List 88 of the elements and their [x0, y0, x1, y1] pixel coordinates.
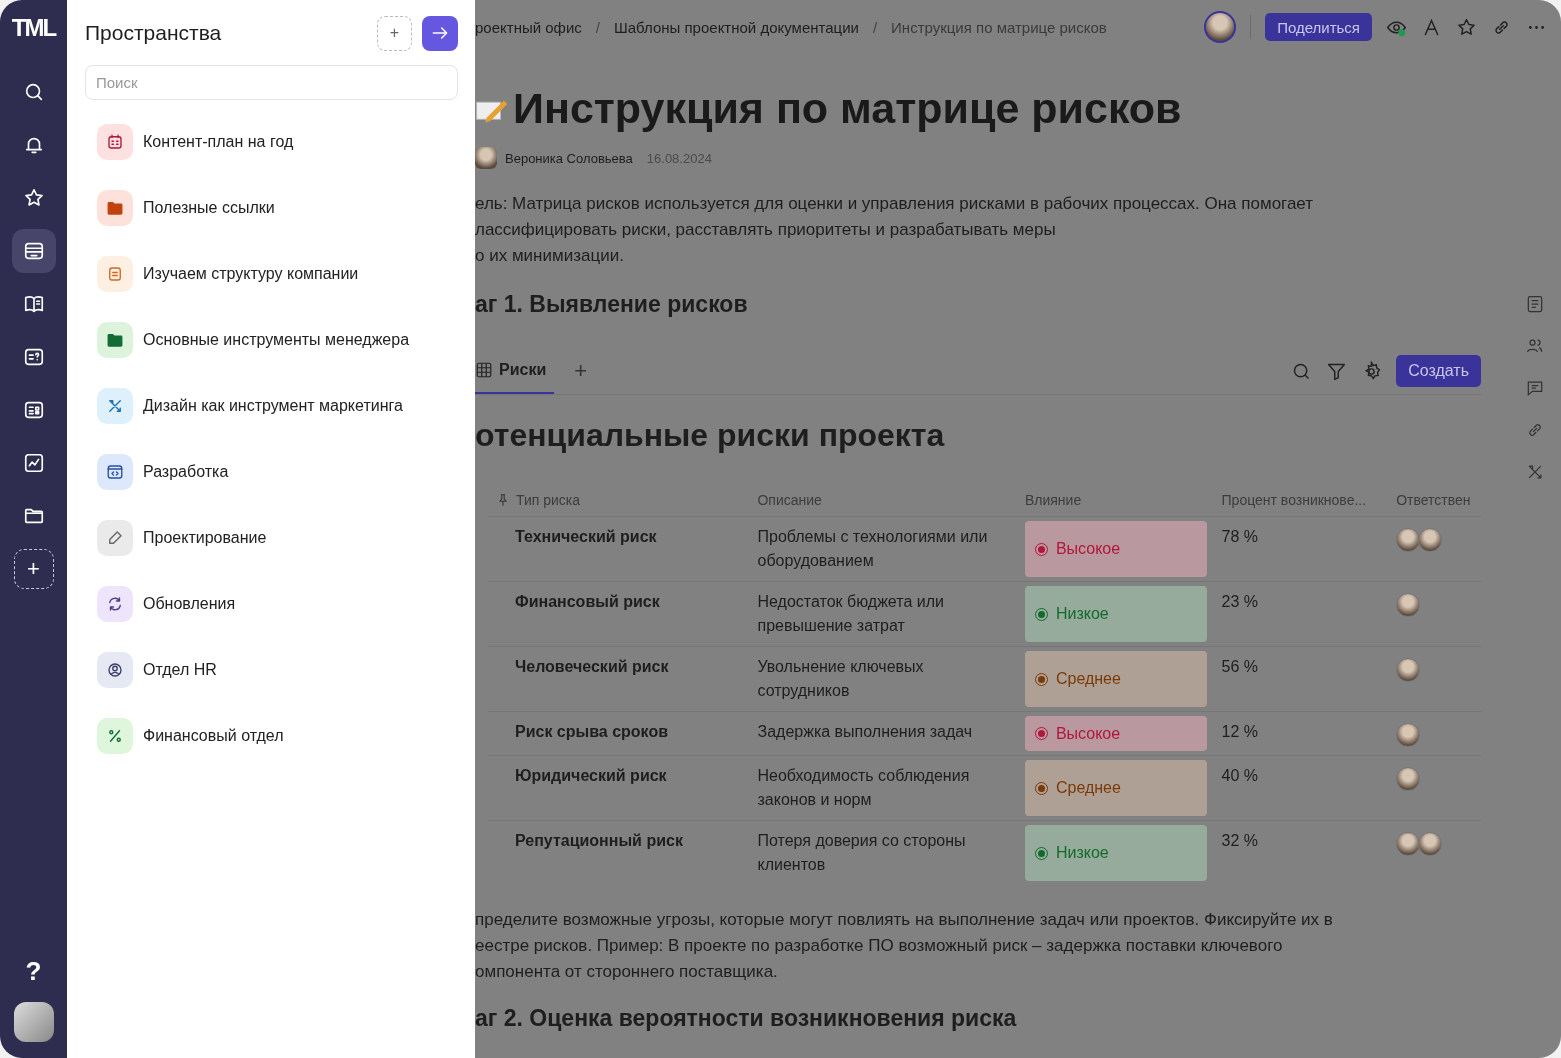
table-cell-text: Финансовый риск	[514, 592, 661, 612]
table-cell-text: Недостаток бюджета или превышение затрат	[757, 592, 945, 636]
breadcrumb-separator: /	[872, 18, 878, 36]
assignee-avatar	[1396, 593, 1421, 617]
author-avatar	[475, 147, 497, 169]
table-tab[interactable]: Риски	[475, 348, 555, 394]
space-item[interactable]: Дизайн как инструмент маркетинга	[97, 388, 458, 424]
assignee-avatar	[1396, 723, 1421, 747]
page-title: Инструкция по матрице рисков	[513, 84, 1182, 133]
space-item[interactable]: Основные инструменты менеджера	[97, 322, 458, 358]
table-cell-text: 56 %	[1221, 657, 1259, 677]
chart-icon	[22, 452, 45, 474]
star-icon	[22, 187, 45, 209]
impact-tag[interactable]: Высокое	[1024, 716, 1207, 751]
share-button[interactable]: Поделиться	[1265, 13, 1372, 41]
column-header[interactable]: Ответствен	[1396, 492, 1481, 508]
user-avatar[interactable]	[13, 1002, 54, 1042]
text-line: еестре рисков. Пример: В проекте по разработке ПО возможный риск – задержка поставки ключевого	[475, 935, 1284, 957]
breadcrumb-link[interactable]: Шаблоны проектной документации	[614, 18, 859, 36]
space-item[interactable]: Контент-план на год	[97, 124, 458, 160]
space-item[interactable]: Полезные ссылки	[97, 190, 458, 226]
column-header[interactable]: Тип риска	[488, 492, 758, 508]
assignee-avatar	[1396, 832, 1421, 856]
text-line: пределите возможные угрозы, которые могут повлиять на выполнение задач или проектов. Фиксируйте их в	[475, 909, 1334, 931]
column-header[interactable]: Влияние	[1024, 492, 1222, 508]
space-item[interactable]: Финансовый отдел	[97, 718, 458, 754]
add-button[interactable]: +	[377, 15, 412, 51]
quiz-icon	[22, 346, 45, 368]
star-icon[interactable]	[1456, 16, 1477, 38]
grid-icon	[475, 361, 493, 379]
collapse-panel-button[interactable]	[422, 15, 458, 51]
table-cell-text: Риск срыва сроков	[514, 722, 669, 742]
text-line: о их минимизации.	[475, 245, 625, 267]
table-cell-text: Проблемы с технологиями или оборудованием	[757, 527, 989, 571]
breadcrumb-link[interactable]: роектный офис	[475, 18, 582, 36]
text-line: омпонента от стороннего поставщика.	[475, 961, 779, 983]
logo[interactable]: TML	[11, 14, 56, 42]
section-heading: аг 1. Выявление рисков	[475, 291, 749, 318]
assignee-avatar	[1418, 528, 1443, 552]
table-cell-text: 78 %	[1221, 527, 1259, 547]
book-icon	[22, 293, 45, 315]
table-cell-text: Человеческий риск	[514, 657, 670, 677]
impact-tag[interactable]: Среднее	[1024, 760, 1207, 816]
spaces-icon	[22, 240, 45, 262]
section-heading: аг 2. Оценка вероятности возникновения риска	[475, 1005, 1018, 1032]
user-avatar[interactable]	[1204, 11, 1237, 43]
table-cell-text: Юридический риск	[514, 766, 668, 786]
board-icon	[22, 399, 45, 421]
impact-tag[interactable]: Низкое	[1024, 586, 1207, 642]
create-button[interactable]: Создать	[1396, 355, 1481, 387]
panel-title: Пространства	[85, 21, 223, 45]
space-item[interactable]: Отдел HR	[97, 652, 458, 688]
space-item[interactable]: Изучаем структуру компании	[97, 256, 458, 292]
table-cell-text: 40 %	[1221, 766, 1259, 786]
impact-tag[interactable]: Высокое	[1024, 521, 1207, 577]
impact-tag[interactable]: Среднее	[1024, 651, 1207, 707]
column-header[interactable]: Процент возникнове...	[1221, 492, 1397, 508]
assignee-avatar	[1396, 658, 1421, 682]
help-button[interactable]: ?	[19, 955, 48, 988]
assignee-avatar	[1396, 767, 1421, 791]
add-space-button[interactable]: +	[13, 549, 54, 589]
breadcrumb-link[interactable]: Инструкция по матрице рисков	[891, 18, 1107, 36]
space-item[interactable]: Обновления	[97, 586, 458, 622]
add-tab-button[interactable]: +	[568, 357, 594, 385]
table-cell-text: Технический риск	[514, 527, 658, 547]
table-cell-text: Потеря доверия со стороны клиентов	[757, 831, 967, 875]
search-field[interactable]: Поиск	[85, 65, 458, 100]
document-icon[interactable]	[1525, 294, 1545, 314]
table-cell-text: Задержка выполнения задач	[757, 722, 974, 742]
table-cell-text: 12 %	[1221, 722, 1259, 742]
table-cell-text: Репутационный риск	[514, 831, 684, 851]
space-item[interactable]: Проектирование	[97, 520, 458, 556]
text-line: ель: Матрица рисков используется для оценки и управления рисками в рабочих процессах. Она помогает	[475, 193, 1315, 215]
table-cell-text: Необходимость соблюдения законов и норм	[757, 766, 971, 810]
impact-tag[interactable]: Низкое	[1024, 825, 1207, 881]
assignee-avatar	[1396, 528, 1421, 552]
text-line: лассифицировать риски, расставлять приоритеты и разрабатывать меры	[475, 219, 1057, 241]
table-cell-text: 23 %	[1221, 592, 1259, 612]
author-name[interactable]: Вероника Соловьева	[505, 150, 633, 166]
assignee-avatar	[1418, 832, 1443, 856]
breadcrumb-separator: /	[595, 18, 600, 36]
table-cell-text: Увольнение ключевых сотрудников	[757, 657, 925, 701]
pin-icon	[496, 493, 510, 507]
table-title: отенциальные риски проекта	[475, 417, 946, 454]
space-item[interactable]: Разработка	[97, 454, 458, 490]
spaces-nav-button[interactable]	[11, 229, 56, 273]
table-cell-text: 32 %	[1221, 831, 1259, 851]
column-header[interactable]: Описание	[757, 492, 1025, 508]
